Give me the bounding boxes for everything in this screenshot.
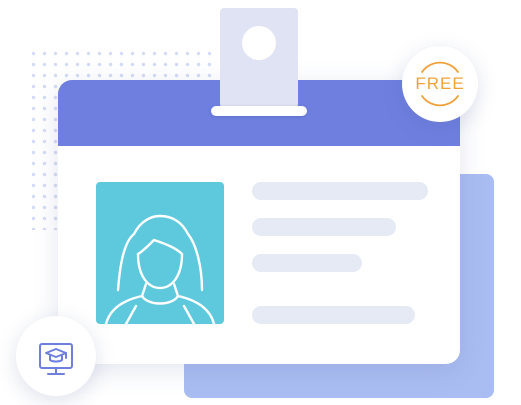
- person-avatar-icon: [104, 214, 216, 324]
- text-line-placeholder: [252, 182, 428, 200]
- graduation-cap-monitor-icon: [39, 343, 73, 375]
- badge-clip: [220, 8, 298, 108]
- text-line-placeholder: [252, 218, 396, 236]
- free-label: FREE: [415, 74, 465, 93]
- text-line-placeholder: [252, 306, 415, 324]
- education-badge: [16, 316, 96, 396]
- badge-clip-hole: [242, 26, 276, 60]
- illustration: FREE: [0, 0, 521, 405]
- free-badge: FREE: [402, 46, 478, 122]
- photo-placeholder: [96, 182, 224, 324]
- badge-clip-base: [211, 106, 307, 116]
- text-line-placeholder: [252, 254, 362, 272]
